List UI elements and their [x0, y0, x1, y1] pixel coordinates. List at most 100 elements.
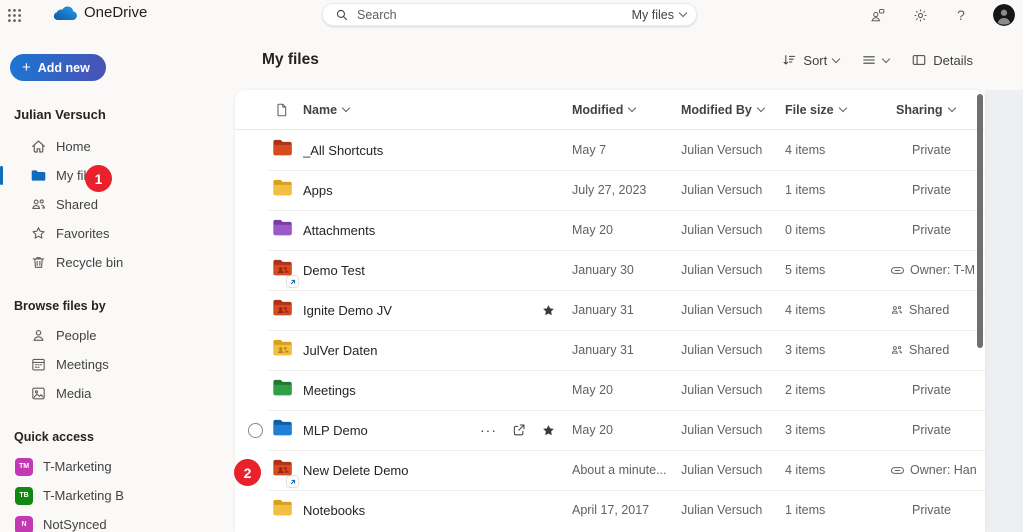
sidebar-item-people[interactable]: People [0, 321, 235, 350]
onedrive-app: OneDrive Search My files ? + Add new Jul… [0, 0, 1023, 532]
onedrive-cloud-icon [53, 6, 77, 20]
sidebar-item-recycle-bin[interactable]: Recycle bin [0, 248, 235, 277]
quick-access-t-marketing-b[interactable]: TB T-Marketing B [0, 481, 235, 510]
modified-by-cell: Julian Versuch [681, 503, 763, 517]
quick-access-notsynced[interactable]: N NotSynced [0, 510, 235, 532]
more-options-button[interactable]: ··· [480, 423, 497, 437]
onedrive-logo[interactable]: OneDrive [52, 4, 147, 21]
modified-cell: January 31 [572, 343, 634, 357]
sidebar-item-media[interactable]: Media [0, 379, 235, 408]
sidebar-item-meetings[interactable]: Meetings [0, 350, 235, 379]
table-row[interactable]: Notebooks ··· April 17, 2017 Julian Vers… [235, 490, 985, 530]
site-tile: TB [15, 486, 33, 505]
right-background-strip [985, 90, 1023, 532]
file-name[interactable]: Ignite Demo JV [303, 303, 392, 318]
table-row[interactable]: Ignite Demo JV ··· January 31 Julian Ver… [235, 290, 985, 330]
share-button[interactable] [511, 422, 527, 438]
table-row[interactable]: Apps ··· July 27, 2023 Julian Versuch 1 … [235, 170, 985, 210]
file-size-cell: 4 items [785, 303, 826, 317]
file-name[interactable]: Demo Test [303, 263, 365, 278]
table-row[interactable]: _All Shortcuts ··· May 7 Julian Versuch … [235, 130, 985, 170]
person-icon [30, 327, 47, 344]
table-row[interactable]: MLP Demo ··· May 20 Julian Versuch 3 ite… [235, 410, 985, 450]
search-box[interactable]: Search My files [322, 3, 697, 26]
account-avatar[interactable] [993, 4, 1015, 26]
quick-access-t-marketing[interactable]: TM T-Marketing [0, 452, 235, 481]
column-header-modified-by[interactable]: Modified By [675, 103, 779, 117]
sidebar-item-home[interactable]: Home [0, 132, 235, 161]
table-row[interactable]: JulVer Daten ··· January 31 Julian Versu… [235, 330, 985, 370]
search-input[interactable]: Search [357, 8, 632, 22]
details-button[interactable]: Details [911, 52, 973, 68]
sharing-cell: Shared [890, 303, 985, 317]
file-name[interactable]: MLP Demo [303, 423, 368, 438]
sidebar-user-name: Julian Versuch [14, 107, 106, 122]
column-header-sharing[interactable]: Sharing [890, 103, 985, 117]
file-name[interactable]: Attachments [303, 223, 375, 238]
table-row[interactable]: Meetings ··· May 20 Julian Versuch 2 ite… [235, 370, 985, 410]
modified-by-cell: Julian Versuch [681, 383, 763, 397]
favorite-star-icon[interactable] [541, 303, 556, 318]
modified-by-cell: Julian Versuch [681, 263, 763, 277]
file-name[interactable]: JulVer Daten [303, 343, 377, 358]
sharing-icon [890, 343, 904, 357]
type-column-icon[interactable] [267, 102, 297, 118]
add-new-button[interactable]: + Add new [10, 54, 106, 81]
modified-cell: May 7 [572, 143, 607, 157]
table-row[interactable]: Attachments ··· May 20 Julian Versuch 0 … [235, 210, 985, 250]
folder-icon [271, 419, 294, 443]
settings-gear-icon[interactable] [912, 7, 929, 24]
folder-icon [30, 167, 47, 184]
sidebar-item-shared[interactable]: Shared [0, 190, 235, 219]
file-list: Name Modified Modified By File size Shar… [235, 90, 985, 532]
app-launcher-icon[interactable] [6, 7, 23, 24]
row-select-checkbox[interactable] [247, 422, 263, 438]
file-size-cell: 4 items [785, 143, 826, 157]
table-row[interactable]: New Delete Demo ··· About a minute... Ju… [235, 450, 985, 490]
topbar: OneDrive Search My files ? [0, 0, 1023, 30]
file-name[interactable]: Apps [303, 183, 333, 198]
chevron-down-icon [882, 54, 891, 63]
sidebar-item-label: Media [56, 386, 92, 401]
view-options-button[interactable] [861, 52, 891, 68]
sidebar-item-label: People [56, 328, 97, 343]
modified-by-cell: Julian Versuch [681, 183, 763, 197]
sharing-cell: Private [912, 223, 951, 237]
sharing-icon [890, 263, 905, 278]
modified-cell: January 30 [572, 263, 634, 277]
help-icon[interactable]: ? [955, 7, 967, 23]
modified-cell: May 20 [572, 383, 613, 397]
sort-button[interactable]: Sort [781, 52, 841, 68]
sidebar-item-favorites[interactable]: Favorites [0, 219, 235, 248]
sharing-cell: Private [912, 183, 951, 197]
modified-by-cell: Julian Versuch [681, 343, 763, 357]
add-new-label: Add new [37, 60, 90, 75]
toolbar: Sort Details [781, 52, 973, 68]
plus-icon: + [22, 59, 31, 76]
favorite-star-icon[interactable] [541, 423, 556, 438]
sidebar-item-my-files[interactable]: My files [0, 161, 235, 190]
shortcut-badge-icon [287, 476, 298, 487]
chevron-down-icon [832, 54, 841, 63]
person-feedback-icon[interactable] [869, 7, 886, 24]
column-header-name[interactable]: Name [297, 103, 566, 117]
file-name[interactable]: Meetings [303, 383, 356, 398]
file-size-cell: 5 items [785, 263, 826, 277]
file-name[interactable]: Notebooks [303, 503, 365, 518]
sharing-cell: Private [912, 503, 951, 517]
search-scope-label: My files [631, 7, 674, 22]
topbar-actions: ? [869, 0, 1015, 30]
table-header: Name Modified Modified By File size Shar… [235, 90, 985, 130]
sharing-icon [890, 463, 905, 478]
file-name[interactable]: New Delete Demo [303, 463, 409, 478]
search-scope-dropdown[interactable]: My files [631, 7, 688, 22]
modified-cell: About a minute... [572, 463, 667, 477]
site-tile: TM [15, 457, 33, 476]
quick-access-label: T-Marketing [43, 459, 112, 474]
file-name[interactable]: _All Shortcuts [303, 143, 383, 158]
column-header-file-size[interactable]: File size [779, 103, 890, 117]
folder-icon [271, 139, 294, 163]
column-header-modified[interactable]: Modified [566, 103, 675, 117]
table-scrollbar[interactable] [977, 94, 983, 348]
table-row[interactable]: Demo Test ··· January 30 Julian Versuch … [235, 250, 985, 290]
